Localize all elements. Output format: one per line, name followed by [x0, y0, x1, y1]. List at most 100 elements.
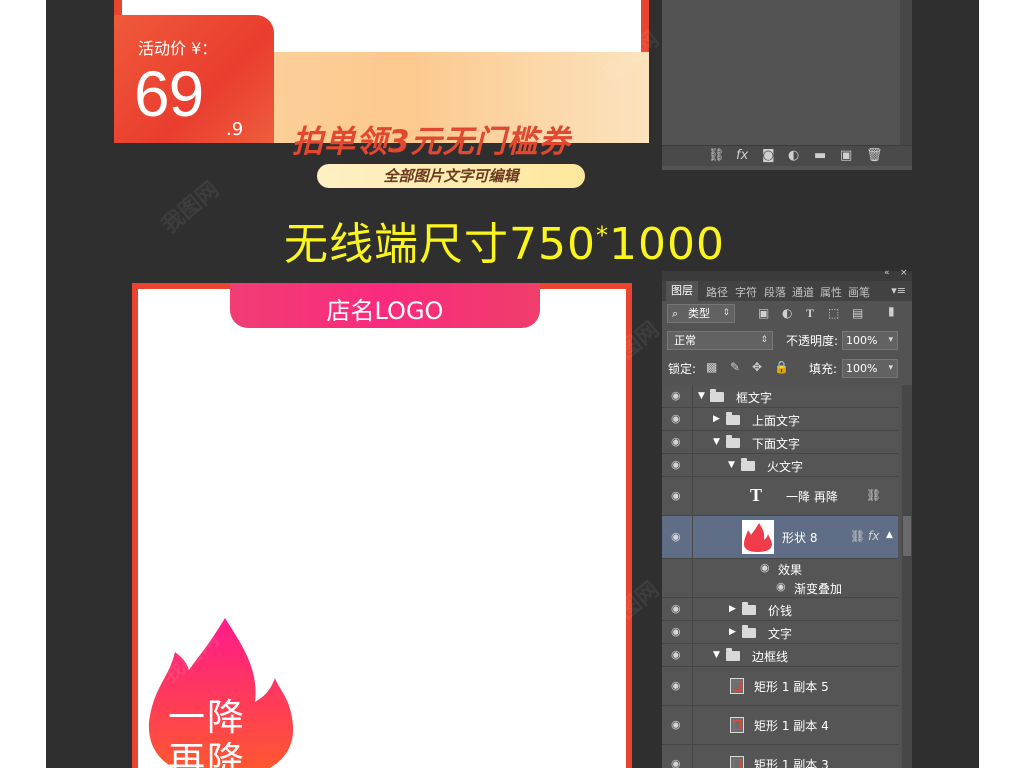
layer-row-effects[interactable]: ◉ 效果 [662, 559, 898, 577]
expand-right-icon[interactable]: ▶ [729, 604, 736, 614]
filter-type-icon[interactable]: T [806, 306, 814, 321]
collapse-icon[interactable]: « [884, 268, 890, 278]
layer-row-rect-copy-3[interactable]: ◉ 矩形 1 副本 3 [662, 745, 898, 768]
tab-brushes[interactable]: 画笔 [848, 284, 870, 300]
visibility-cell: ◉ [662, 431, 693, 453]
link-icon[interactable]: ⛓ [708, 148, 725, 163]
folder-icon [741, 458, 755, 471]
eye-icon[interactable]: ◉ [671, 530, 681, 543]
eye-icon[interactable]: ◉ [671, 389, 681, 402]
layer-row-fire-text[interactable]: ◉ ▼ 火文字 [662, 454, 898, 477]
eye-icon[interactable]: ◉ [671, 679, 681, 692]
filter-smartobject-icon[interactable]: ▤ [852, 306, 863, 320]
fill-field[interactable]: 100% ▾ [842, 359, 898, 378]
blend-mode-value: 正常 [674, 334, 696, 347]
lock-all-icon[interactable]: 🔒 [774, 360, 789, 374]
shop-logo-tab: 店名LOGO [230, 283, 540, 328]
fx-icon[interactable]: fx [868, 529, 879, 543]
layer-row-price[interactable]: ◉ ▶ 价钱 [662, 598, 898, 621]
panel-tabs: 图层 路径 字符 段落 通道 属性 画笔 ▾≡ [662, 281, 912, 301]
top-product-card: 拍单领3元无门槛券 全部图片文字可编辑 活动价 ¥： 69 .9 [114, 0, 649, 188]
expand-down-icon[interactable]: ▼ [713, 437, 720, 447]
layer-name: 价钱 [768, 604, 793, 618]
layer-name: 矩形 1 副本 3 [754, 758, 829, 768]
close-icon[interactable]: × [900, 268, 908, 278]
layer-name: 文字 [768, 627, 793, 641]
visibility-cell: ◉ [662, 454, 693, 476]
folder-icon[interactable]: ▬ [814, 148, 826, 163]
filter-search-icon: ⌕ [672, 307, 679, 320]
tab-paragraph[interactable]: 段落 [764, 284, 786, 300]
visibility-cell: ◉ [662, 745, 693, 768]
layer-list-scrollbar[interactable] [902, 385, 912, 768]
filter-shape-icon[interactable]: ⬚ [828, 306, 839, 320]
scroll-thumb[interactable] [903, 516, 911, 556]
layer-name: 上面文字 [752, 414, 801, 428]
folder-icon [726, 648, 740, 661]
tab-channels[interactable]: 通道 [792, 284, 814, 300]
tab-character[interactable]: 字符 [735, 284, 757, 300]
watermark: 我图网 [157, 177, 224, 239]
layer-row-shape-8[interactable]: ◉ 形状 8 ⛓ fx ▲ [662, 516, 898, 559]
rect-thumbnail-icon [730, 756, 744, 768]
coupon-text: 拍单领3元无门槛券 [292, 124, 571, 160]
layer-row-text-layer[interactable]: ◉ T 一降 再降 ⛓ [662, 477, 898, 516]
visibility-cell: ◉ [662, 516, 693, 558]
effects-eye-icon[interactable]: ◉ [760, 561, 770, 574]
new-layer-icon[interactable]: ▣ [840, 148, 852, 163]
lock-brush-icon[interactable]: ✎ [730, 360, 740, 374]
layer-row-lower-text[interactable]: ◉ ▼ 下面文字 [662, 431, 898, 454]
expand-down-icon[interactable]: ▼ [698, 391, 705, 401]
lock-move-icon[interactable]: ✥ [752, 360, 762, 374]
panel-scroll-track[interactable] [900, 0, 912, 145]
opacity-field[interactable]: 100% ▾ [842, 331, 898, 350]
layer-row-text[interactable]: ◉ ▶ 文字 [662, 621, 898, 644]
panel-menu-icon[interactable]: ▾≡ [891, 284, 906, 297]
layer-name: 渐变叠加 [794, 582, 843, 596]
filter-kind-select[interactable]: ⌕ 类型 ⇕ [667, 304, 735, 323]
expand-right-icon[interactable]: ▶ [729, 627, 736, 637]
collapse-effects-icon[interactable]: ▲ [886, 530, 893, 540]
folder-icon [710, 389, 724, 402]
eye-icon[interactable]: ◉ [671, 625, 681, 638]
tab-layers[interactable]: 图层 [666, 281, 698, 301]
folder-icon [726, 412, 740, 425]
adjustment-icon[interactable]: ◐ [788, 148, 799, 163]
visibility-cell: ◉ [662, 385, 693, 407]
trash-icon[interactable]: 🗑 [866, 148, 883, 163]
filter-pixel-icon[interactable]: ▣ [758, 306, 769, 320]
eye-icon[interactable]: ◉ [671, 435, 681, 448]
layer-row-frame-text[interactable]: ◉ ▼ 框文字 [662, 385, 898, 408]
layer-row-upper-text[interactable]: ◉ ▶ 上面文字 [662, 408, 898, 431]
expand-down-icon[interactable]: ▼ [713, 650, 720, 660]
tab-properties[interactable]: 属性 [820, 284, 842, 300]
visibility-cell [662, 559, 693, 577]
lock-transparent-icon[interactable]: ▩ [706, 360, 717, 374]
layer-row-gradient-overlay[interactable]: ◉ 渐变叠加 [662, 577, 898, 598]
layer-name: 效果 [778, 563, 803, 577]
eye-icon[interactable]: ◉ [671, 648, 681, 661]
folder-icon [726, 435, 740, 448]
layer-row-rect-copy-5[interactable]: ◉ 矩形 1 副本 5 [662, 667, 898, 706]
visibility-cell: ◉ [662, 598, 693, 620]
eye-icon[interactable]: ◉ [671, 412, 681, 425]
eye-icon[interactable]: ◉ [671, 757, 681, 768]
layer-row-rect-copy-4[interactable]: ◉ 矩形 1 副本 4 [662, 706, 898, 745]
mask-icon[interactable]: ◙ [762, 148, 775, 163]
effect-eye-icon[interactable]: ◉ [776, 580, 786, 593]
layer-row-border-lines[interactable]: ◉ ▼ 边框线 [662, 644, 898, 667]
expand-down-icon[interactable]: ▼ [728, 460, 735, 470]
tab-paths[interactable]: 路径 [706, 284, 728, 300]
eye-icon[interactable]: ◉ [671, 718, 681, 731]
filter-adjustment-icon[interactable]: ◐ [782, 306, 792, 320]
filter-toggle-icon[interactable]: ▮ [888, 304, 895, 318]
expand-right-icon[interactable]: ▶ [713, 414, 720, 424]
blend-mode-select[interactable]: 正常 ⇕ [667, 331, 773, 350]
eye-icon[interactable]: ◉ [671, 602, 681, 615]
size-heading: 无线端尺寸750*1000 [284, 208, 725, 272]
eye-icon[interactable]: ◉ [671, 458, 681, 471]
eye-icon[interactable]: ◉ [671, 489, 681, 502]
layers-panel: « × 图层 路径 字符 段落 通道 属性 画笔 ▾≡ ⌕ 类型 ⇕ ▣ ◐ T… [662, 268, 912, 768]
price-value: 69 [134, 58, 204, 130]
fx-icon[interactable]: fx [736, 148, 748, 163]
